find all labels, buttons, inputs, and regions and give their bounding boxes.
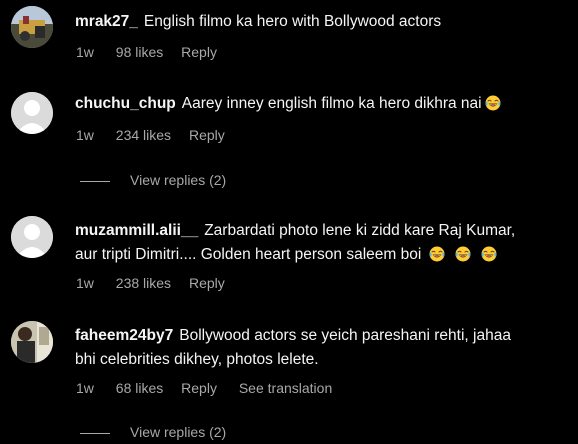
face-with-tears-of-joy-icon [485,95,501,111]
comment-body: mrak27_ English filmo ka hero with Bollyw… [75,10,565,34]
comment-username[interactable]: muzammill.alii__ [75,222,198,239]
comment-likes[interactable]: 234 likes [116,127,171,143]
comment-text: Aarey inney english filmo ka hero dikhra… [181,95,482,112]
reply-button[interactable]: Reply [181,44,217,60]
avatar[interactable] [11,216,53,258]
comment-username[interactable]: mrak27_ [75,13,138,30]
comment-meta: 1w 238 likes Reply [76,275,243,291]
avatar[interactable] [11,6,53,48]
comment-username[interactable]: chuchu_chup [75,95,176,112]
comment-meta: 1w 234 likes Reply [76,127,243,143]
reply-button[interactable]: Reply [189,127,225,143]
see-translation-button[interactable]: See translation [239,380,332,396]
comment-text: Bollywood actors se yeich pareshani reht… [179,327,511,344]
avatar[interactable] [11,321,53,363]
replies-divider [80,432,110,434]
avatar[interactable] [11,92,53,134]
comment-time[interactable]: 1w [76,275,94,291]
replies-divider [80,180,110,182]
comment-likes[interactable]: 68 likes [116,380,163,396]
comment-body: chuchu_chup Aarey inney english filmo ka … [75,92,565,116]
view-replies-button[interactable]: View replies (2) [80,424,226,440]
reply-button[interactable]: Reply [189,275,225,291]
comment-text: Zarbardati photo lene ki zidd kare Raj K… [204,222,516,239]
view-replies-button[interactable]: View replies (2) [80,172,226,188]
face-with-tears-of-joy-icon [481,246,497,262]
comment-likes[interactable]: 238 likes [116,275,171,291]
comment-username[interactable]: faheem24by7 [75,327,173,344]
face-with-tears-of-joy-icon [429,246,445,262]
comment-body: muzammill.alii__ Zarbardati photo lene ki… [75,219,565,267]
view-replies-label: View replies (2) [130,172,227,188]
comment-time[interactable]: 1w [76,380,94,396]
comment-body: faheem24by7 Bollywood actors se yeich par… [75,324,565,372]
reply-button[interactable]: Reply [181,380,217,396]
comment-text-continued: bhi celebrities dikhey, photos lelete. [75,351,319,368]
comment-meta: 1w 68 likes Reply See translation [76,380,350,396]
comment-meta: 1w 98 likes Reply [76,44,235,60]
comment-text-continued: aur tripti Dimitri.... Golden heart pers… [75,246,422,263]
view-replies-label: View replies (2) [130,424,227,440]
comment-text: English filmo ka hero with Bollywood act… [143,13,442,30]
comment-time[interactable]: 1w [76,127,94,143]
face-with-tears-of-joy-icon [455,246,471,262]
comment-time[interactable]: 1w [76,44,94,60]
comment-likes[interactable]: 98 likes [116,44,163,60]
